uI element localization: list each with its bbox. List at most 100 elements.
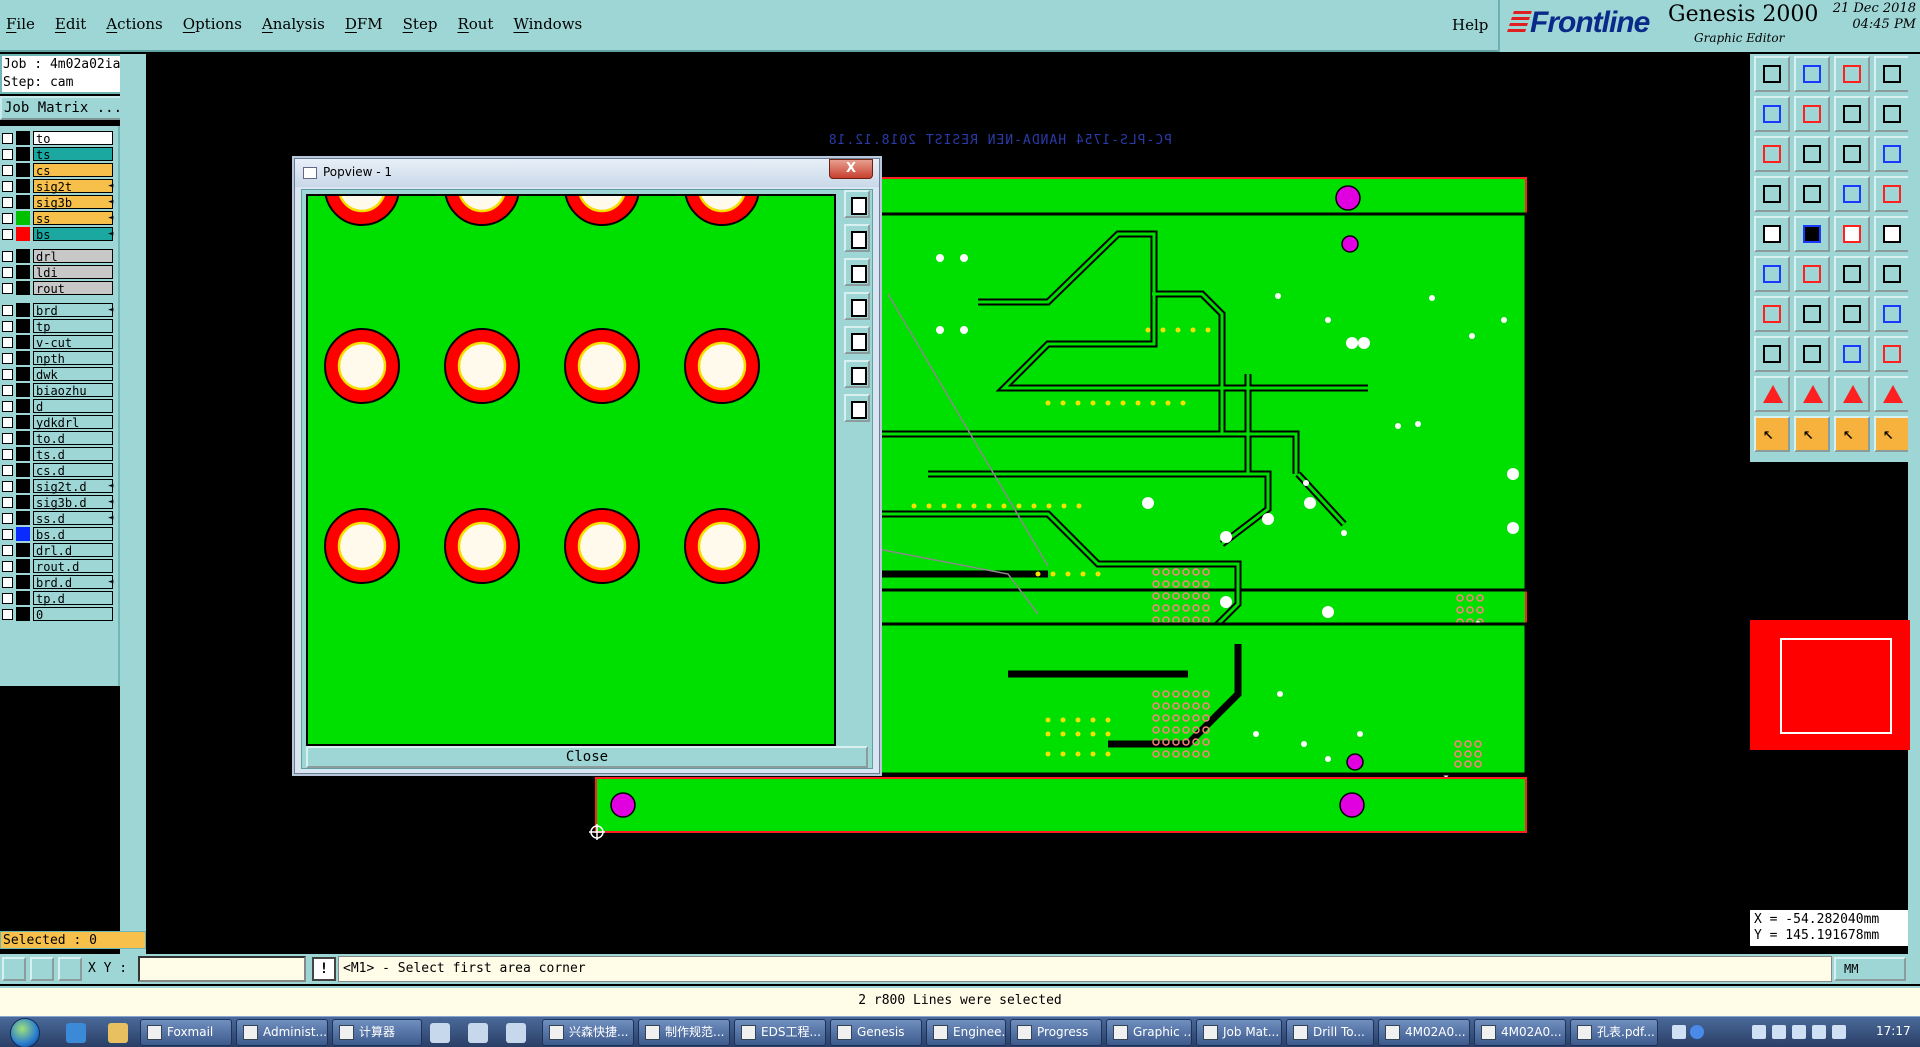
delete-tool-button[interactable] bbox=[1794, 256, 1830, 292]
undo-tool-button[interactable] bbox=[1874, 96, 1910, 132]
layer-checkbox[interactable] bbox=[2, 180, 13, 192]
popview-titlebar[interactable]: Popview - 1 X bbox=[295, 159, 879, 187]
layer-name[interactable]: tp bbox=[33, 319, 113, 334]
layer-color-swatch[interactable] bbox=[16, 575, 30, 589]
layer-color-swatch[interactable] bbox=[16, 527, 30, 541]
taskbar-button[interactable]: 孔表.pdf... bbox=[1570, 1019, 1658, 1046]
layer-checkbox[interactable] bbox=[2, 576, 13, 588]
layer-row[interactable]: drl.d bbox=[0, 542, 118, 558]
layer-checkbox[interactable] bbox=[2, 560, 13, 572]
layer-name[interactable]: ts.d bbox=[33, 447, 113, 462]
layer-name[interactable]: brd.d bbox=[33, 575, 113, 590]
layer-name[interactable]: ts bbox=[33, 147, 113, 162]
layer-name[interactable]: dwk bbox=[33, 367, 113, 382]
layer-color-swatch[interactable] bbox=[16, 163, 30, 177]
xy-input[interactable] bbox=[138, 956, 306, 982]
layer-row[interactable]: to bbox=[0, 130, 118, 146]
layer-checkbox[interactable] bbox=[2, 196, 13, 208]
taskbar-button[interactable]: Drill To... bbox=[1286, 1019, 1374, 1046]
menu-step[interactable]: Step bbox=[403, 15, 438, 33]
layer-row[interactable]: ss.d ◄ bbox=[0, 510, 118, 526]
overview-map[interactable] bbox=[1750, 620, 1910, 750]
rotate-tool-button[interactable] bbox=[1834, 296, 1870, 332]
help-tool-button[interactable] bbox=[1874, 136, 1910, 172]
layer-checkbox[interactable] bbox=[2, 432, 13, 444]
layer-name[interactable]: sig3b bbox=[33, 195, 113, 210]
taskbar-clock[interactable]: 17:17 bbox=[1876, 1024, 1911, 1038]
layer-row[interactable]: ts bbox=[0, 146, 118, 162]
window-tool-button[interactable] bbox=[1874, 56, 1910, 92]
layer-name[interactable]: to bbox=[33, 131, 113, 146]
taskbar-button[interactable]: 4M02A0... bbox=[1378, 1019, 1470, 1046]
layer-name[interactable]: rout.d bbox=[33, 559, 113, 574]
layer-color-swatch[interactable] bbox=[16, 543, 30, 557]
snap-icon[interactable] bbox=[2, 957, 26, 981]
open-tool-button[interactable] bbox=[1754, 56, 1790, 92]
taskbar-button[interactable]: Foxmail bbox=[140, 1019, 232, 1046]
popview-zoom-view[interactable] bbox=[306, 194, 836, 746]
layer-row[interactable]: sig3b ◄ bbox=[0, 194, 118, 210]
layer-name[interactable]: ss.d bbox=[33, 511, 113, 526]
layer-name[interactable]: sig2t.d bbox=[33, 479, 113, 494]
move-right-tool-button[interactable] bbox=[1794, 96, 1830, 132]
layer-name[interactable]: sig3b.d bbox=[33, 495, 113, 510]
measure-icon[interactable] bbox=[30, 957, 54, 981]
layer-color-swatch[interactable] bbox=[16, 351, 30, 365]
triangle-b-tool-button[interactable] bbox=[1834, 376, 1870, 412]
layer-checkbox[interactable] bbox=[2, 266, 13, 278]
layer-color-swatch[interactable] bbox=[16, 335, 30, 349]
select-net-tool-button[interactable]: ↖ bbox=[1874, 416, 1910, 452]
slope-tool-button[interactable] bbox=[1794, 296, 1830, 332]
network-icon[interactable] bbox=[1752, 1025, 1766, 1039]
menu-options[interactable]: Options bbox=[183, 15, 242, 33]
layer-row[interactable]: d bbox=[0, 398, 118, 414]
menu-windows[interactable]: Windows bbox=[513, 15, 582, 33]
layer-checkbox[interactable] bbox=[2, 164, 13, 176]
polyline-tool-button[interactable] bbox=[1794, 216, 1830, 252]
layer-checkbox[interactable] bbox=[2, 608, 13, 620]
horizontal-line-tool-button[interactable] bbox=[1794, 336, 1830, 372]
layer-checkbox[interactable] bbox=[2, 228, 13, 240]
arc-tool-button[interactable] bbox=[1834, 256, 1870, 292]
zoom-fit-tool-button[interactable] bbox=[1754, 136, 1790, 172]
layer-checkbox[interactable] bbox=[2, 528, 13, 540]
taskbar-button[interactable]: 制作规范... bbox=[638, 1019, 730, 1046]
connect-tool-button[interactable] bbox=[1754, 176, 1790, 212]
layer-checkbox[interactable] bbox=[2, 400, 13, 412]
menu-rout[interactable]: Rout bbox=[457, 15, 493, 33]
layer-color-swatch[interactable] bbox=[16, 303, 30, 317]
menu-edit[interactable]: Edit bbox=[55, 15, 86, 33]
layer-row[interactable]: tp bbox=[0, 318, 118, 334]
menu-dfm[interactable]: DFM bbox=[345, 15, 383, 33]
layer-red-tool-button[interactable] bbox=[1834, 176, 1870, 212]
layer-name[interactable]: ldi bbox=[33, 265, 113, 280]
layer-color-swatch[interactable] bbox=[16, 179, 30, 193]
layer-checkbox[interactable] bbox=[2, 304, 13, 316]
layer-row[interactable]: tp.d bbox=[0, 590, 118, 606]
layer-name[interactable]: ydkdrl bbox=[33, 415, 113, 430]
triangle-tool-button[interactable] bbox=[1754, 376, 1790, 412]
popview-pan-right-button[interactable] bbox=[844, 326, 870, 354]
zoom-center-tool-button[interactable] bbox=[1794, 136, 1830, 172]
layer-row[interactable]: bs ◄ bbox=[0, 226, 118, 242]
layer-red2-tool-button[interactable] bbox=[1874, 176, 1910, 212]
layer-name[interactable]: cs.d bbox=[33, 463, 113, 478]
layer-checkbox[interactable] bbox=[2, 148, 13, 160]
line-tool-button[interactable] bbox=[1834, 216, 1870, 252]
popview-zoom-out-button[interactable] bbox=[844, 394, 870, 422]
layer-row[interactable]: biaozhu bbox=[0, 382, 118, 398]
layer-color-swatch[interactable] bbox=[16, 265, 30, 279]
select-add-tool-button[interactable]: ↖ bbox=[1794, 416, 1830, 452]
layer-color-swatch[interactable] bbox=[16, 511, 30, 525]
layer-row[interactable]: bs.d bbox=[0, 526, 118, 542]
menu-analysis[interactable]: Analysis bbox=[262, 15, 325, 33]
layer-checkbox[interactable] bbox=[2, 352, 13, 364]
layer-checkbox[interactable] bbox=[2, 212, 13, 224]
taskbar-button[interactable]: Administ... bbox=[236, 1019, 328, 1046]
layer-color-swatch[interactable] bbox=[16, 281, 30, 295]
layer-row[interactable]: drl bbox=[0, 248, 118, 264]
app-icon-3[interactable] bbox=[506, 1023, 526, 1043]
monitor-icon[interactable] bbox=[1792, 1025, 1806, 1039]
layer-name[interactable]: cs bbox=[33, 163, 113, 178]
popview-zoom-in-button[interactable] bbox=[844, 360, 870, 388]
